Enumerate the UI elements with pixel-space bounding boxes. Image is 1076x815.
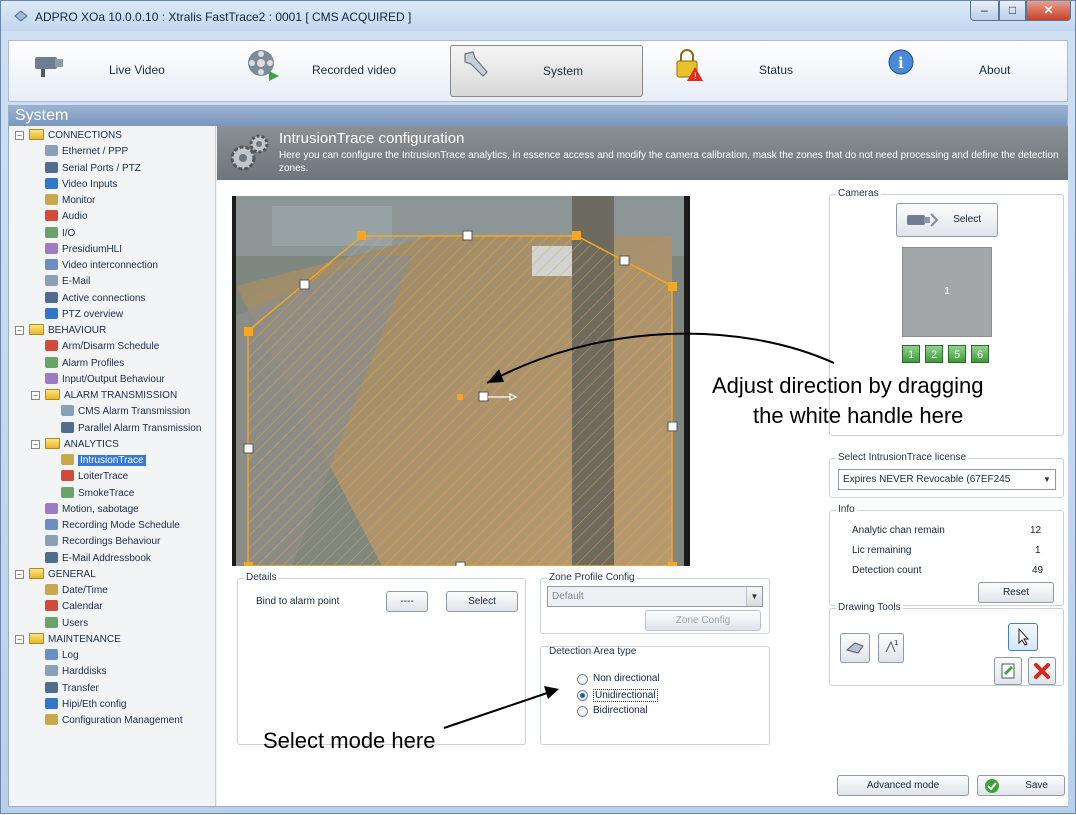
annotation-direction-line2: the white handle here	[753, 403, 964, 428]
annotation-mode: Select mode here	[263, 728, 436, 753]
annotation-direction-line1: Adjust direction by dragging	[712, 373, 984, 398]
app-window: ADPRO XOa 10.0.0.10 : Xtralis FastTrace2…	[0, 0, 1076, 814]
